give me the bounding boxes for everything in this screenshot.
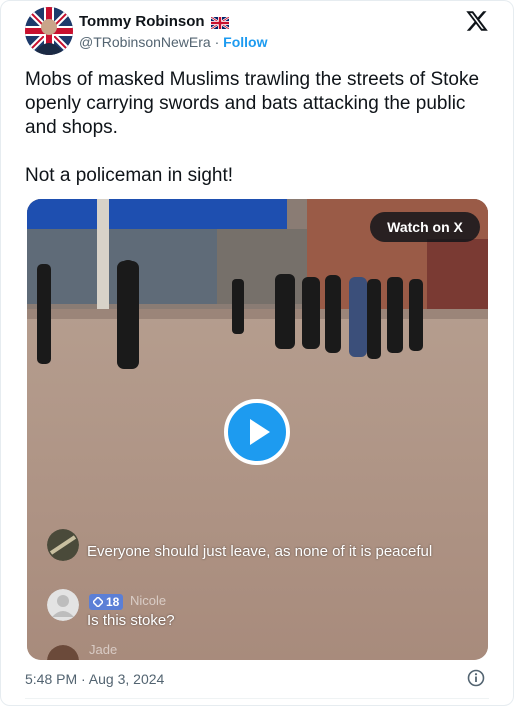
tweet-card: Tommy Robinson @TRobinsonNewEra · Follow: [0, 0, 514, 706]
comment-author-name: Jade: [89, 642, 118, 657]
uk-flag-icon: [209, 15, 230, 30]
watch-on-x-button[interactable]: Watch on X: [370, 212, 480, 242]
comment-badge: 18: [89, 594, 124, 610]
author-avatar[interactable]: [25, 7, 73, 55]
comment-author-name: Nicole: [130, 593, 167, 608]
comment-text-1: Everyone should just leave, as none of i…: [87, 543, 433, 560]
play-button[interactable]: [224, 399, 290, 465]
diamond-icon: [93, 597, 103, 607]
divider: [25, 698, 489, 699]
avatar-image: [25, 7, 73, 55]
comment-avatar: [47, 529, 79, 561]
comment-avatar: [47, 589, 79, 621]
follow-button[interactable]: Follow: [223, 34, 267, 50]
author-handle[interactable]: @TRobinsonNewEra: [79, 34, 211, 50]
play-icon: [250, 419, 270, 445]
tweet-timestamp[interactable]: 5:48 PM · Aug 3, 2024: [25, 671, 164, 687]
info-icon[interactable]: [467, 669, 485, 687]
separator: ·: [214, 34, 220, 50]
x-logo-icon[interactable]: [465, 9, 489, 33]
author-name[interactable]: Tommy Robinson: [79, 13, 205, 30]
badge-count: 18: [106, 595, 120, 609]
tweet-text: Mobs of masked Muslims trawling the stre…: [25, 69, 480, 186]
tweet-header: Tommy Robinson @TRobinsonNewEra · Follow: [25, 7, 489, 55]
comment-text-2: Is this stoke?: [87, 612, 175, 629]
